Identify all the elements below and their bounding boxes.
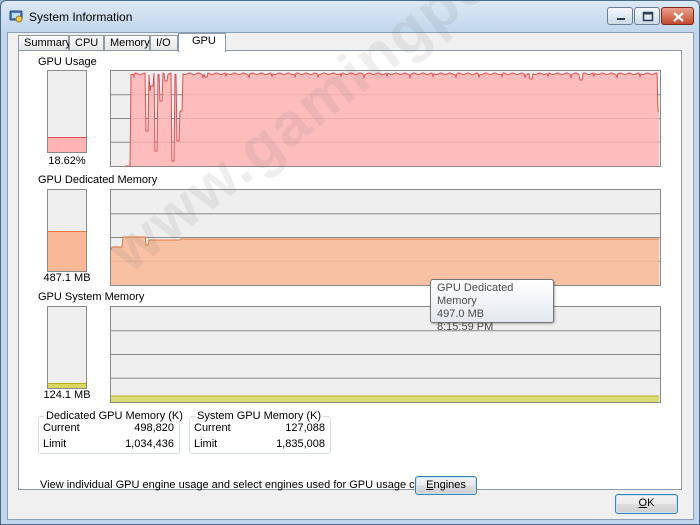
gpu-system-memory-graph [110,306,661,403]
gpu-usage-graph [110,70,661,167]
gpu-usage-label: GPU Usage [38,56,97,68]
system-current-label: Current [194,422,231,434]
close-button[interactable] [661,7,694,25]
ok-button[interactable]: OK [615,494,678,514]
ok-button-label: K [647,497,655,509]
dedicated-gpu-memory-title: Dedicated GPU Memory (K) [44,410,185,422]
system-current-value: 127,088 [285,422,325,434]
gpu-dedicated-memory-area [111,237,659,285]
system-information-window: System Information Summary CPU Memory I/… [0,0,700,525]
gpu-dedicated-memory-graph [110,189,661,286]
maximize-icon [642,11,654,22]
dialog-client-area: Summary CPU Memory I/O GPU GPU Usage 18.… [7,32,694,520]
maximize-button[interactable] [634,7,660,25]
gpu-tab-panel: GPU Usage 18.62% GPU Dedicated Memory 48… [18,50,682,495]
gpu-dedicated-memory-meter [47,189,87,272]
dedicated-limit-value: 1,034,436 [125,438,174,450]
tooltip-value: 497.0 MB [437,308,485,320]
gpu-system-memory-meter-fill [48,383,86,388]
tab-label: Memory [110,37,150,49]
tab-label: GPU [192,35,216,47]
tab-io[interactable]: I/O [150,35,178,51]
tooltip-title: GPU Dedicated Memory [437,282,514,307]
tab-memory[interactable]: Memory [104,35,150,51]
gpu-system-memory-value: 124.1 MB [43,389,91,401]
window-title: System Information [29,10,133,24]
engines-button-label: ngines [433,479,466,491]
gpu-dedicated-memory-value: 487.1 MB [43,272,91,284]
tab-gpu[interactable]: GPU [178,33,226,52]
minimize-icon [617,18,625,20]
system-gpu-memory-group: System GPU Memory (K) Current 127,088 Li… [189,410,331,454]
gpu-usage-value: 18.62% [48,155,86,167]
gpu-usage-plot [111,72,660,167]
gpu-dedicated-memory-plot [111,213,660,285]
system-information-icon [9,10,23,23]
gpu-system-memory-meter [47,306,87,389]
gpu-system-memory-plot [111,330,660,402]
gpu-dedicated-memory-tooltip: GPU Dedicated Memory 497.0 MB 8:15:59 PM [430,279,554,333]
gpu-usage-meter [47,70,87,153]
dedicated-current-label: Current [43,422,80,434]
system-limit-value: 1,835,008 [276,438,325,450]
title-bar[interactable]: System Information [1,1,699,31]
tab-cpu[interactable]: CPU [69,35,104,51]
engines-description: View individual GPU engine usage and sel… [40,479,470,491]
gpu-usage-meter-fill [48,136,86,152]
engines-button[interactable]: Engines [415,476,477,495]
ok-button-accelerator: O [638,497,648,509]
dedicated-limit-label: Limit [43,438,67,450]
tooltip-time: 8:15:59 PM [437,321,494,333]
tab-label: CPU [75,37,99,49]
system-limit-label: Limit [194,438,218,450]
gpu-system-memory-area [111,396,659,402]
gpu-dedicated-memory-label: GPU Dedicated Memory [38,174,158,186]
gpu-usage-area [125,73,659,166]
dedicated-gpu-memory-group: Dedicated GPU Memory (K) Current 498,820… [38,410,185,454]
tab-label: Summary [24,37,72,49]
system-gpu-memory-title: System GPU Memory (K) [195,410,324,422]
minimize-button[interactable] [607,7,633,25]
tab-label: I/O [156,37,171,49]
gpu-system-memory-label: GPU System Memory [38,291,145,303]
tab-summary[interactable]: Summary [18,35,72,51]
dedicated-current-value: 498,820 [134,422,174,434]
close-icon [673,12,684,22]
gpu-dedicated-memory-meter-fill [48,230,86,271]
